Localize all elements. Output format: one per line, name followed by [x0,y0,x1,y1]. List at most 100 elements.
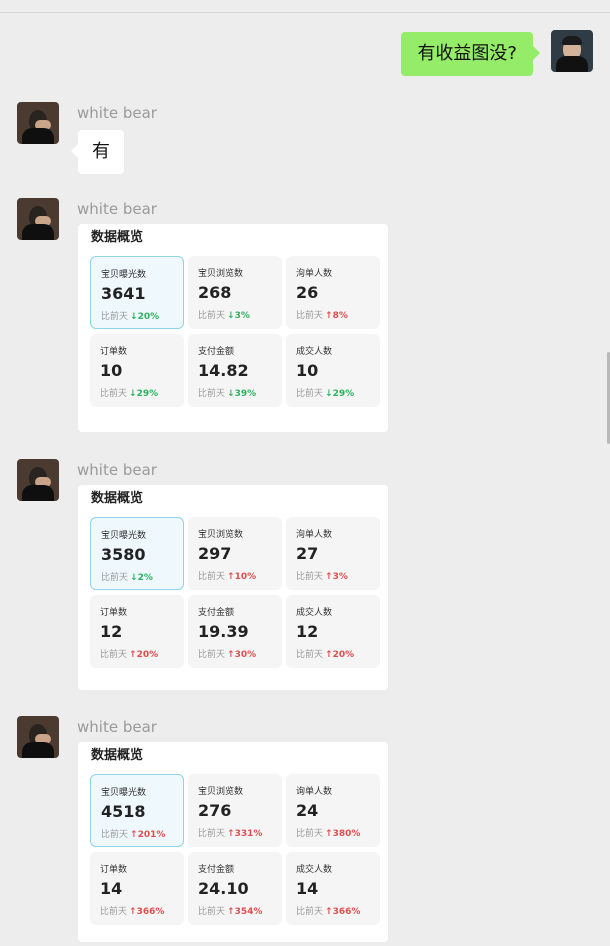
delta-value: 29% [136,389,159,399]
delta-value: 39% [234,389,257,399]
contact-avatar[interactable] [17,459,59,501]
delta-up: ↑201% [130,830,165,840]
delta-down: ↓2% [130,573,153,583]
metric-compare: 比前天 ↓3% [198,308,250,321]
self-message-bubble[interactable]: 有收益图没? [401,32,540,76]
delta-down: ↓39% [227,389,256,399]
metric-compare: 比前天 ↓39% [198,386,256,399]
metric-card: 成交人数 14 比前天 ↑366% [286,852,380,925]
compare-label: 比前天 [100,907,128,917]
compare-label: 比前天 [296,650,324,660]
delta-value: 3% [234,311,250,321]
metric-label: 成交人数 [296,865,333,875]
arrow-up-icon: ↑ [325,907,333,917]
image-message-card[interactable]: 数据概览 宝贝曝光数 3580 比前天 ↓2% 宝贝浏览数 297 比前天 ↑10% 洵单人数 2… [78,485,388,690]
metric-value: 14 [100,879,123,898]
delta-up: ↑8% [325,311,348,321]
text-message-bubble[interactable]: 有 [71,130,124,174]
contact-avatar[interactable] [17,198,59,240]
compare-label: 比前天 [100,389,128,399]
arrow-up-icon: ↑ [325,572,333,582]
message-row: white bear 数据概览 宝贝曝光数 4518 比前天 ↑201% 宝贝浏览数 27… [0,716,610,946]
metric-card: 洵单人数 26 比前天 ↑8% [286,256,380,329]
metric-value: 14.82 [198,361,249,380]
metric-compare: 比前天 ↑30% [198,647,256,660]
metric-label: 宝贝浏览数 [198,787,244,797]
delta-up: ↑354% [227,907,262,917]
delta-down: ↓3% [227,311,250,321]
arrow-up-icon: ↑ [227,829,235,839]
card-title: 数据概览 [91,230,144,245]
metric-card: 订单数 12 比前天 ↑20% [90,595,184,668]
delta-value: 380% [332,829,361,839]
sender-name: white bear [77,718,157,736]
metric-card: 洵单人数 27 比前天 ↑3% [286,517,380,590]
avatar-hair [562,36,582,45]
metric-value: 12 [296,622,319,641]
metric-value: 4518 [101,802,146,821]
compare-label: 比前天 [296,311,324,321]
metric-value: 24 [296,801,319,820]
compare-label: 比前天 [296,572,324,582]
delta-up: ↑20% [129,650,158,660]
metric-card: 成交人数 10 比前天 ↓29% [286,334,380,407]
metric-value: 268 [198,283,232,302]
delta-value: 366% [136,907,165,917]
arrow-down-icon: ↓ [227,389,235,399]
metric-card: 订单数 10 比前天 ↓29% [90,334,184,407]
compare-label: 比前天 [198,572,226,582]
delta-down: ↓29% [129,389,158,399]
delta-up: ↑366% [325,907,360,917]
metric-card: 宝贝浏览数 268 比前天 ↓3% [188,256,282,329]
arrow-up-icon: ↑ [227,650,235,660]
metric-compare: 比前天 ↑366% [296,904,360,917]
metric-label: 成交人数 [296,347,333,357]
delta-up: ↑380% [325,829,360,839]
delta-value: 3% [332,572,348,582]
metric-card: 宝贝曝光数 4518 比前天 ↑201% [90,774,184,847]
metric-label: 订单数 [100,608,128,618]
metric-value: 14 [296,879,319,898]
compare-label: 比前天 [198,389,226,399]
delta-up: ↑3% [325,572,348,582]
compare-label: 比前天 [198,311,226,321]
metric-value: 24.10 [198,879,249,898]
arrow-up-icon: ↑ [227,907,235,917]
delta-value: 2% [137,573,153,583]
delta-up: ↑30% [227,650,256,660]
metric-card: 支付金额 14.82 比前天 ↓39% [188,334,282,407]
delta-value: 20% [136,650,159,660]
compare-label: 比前天 [101,573,129,583]
image-message-card[interactable]: 数据概览 宝贝曝光数 3641 比前天 ↓20% 宝贝浏览数 268 比前天 ↓3% 洵单人数 2… [78,224,388,432]
metric-label: 宝贝浏览数 [198,269,244,279]
sender-name: white bear [77,104,157,122]
arrow-up-icon: ↑ [129,907,137,917]
arrow-down-icon: ↓ [130,312,138,322]
arrow-up-icon: ↑ [129,650,137,660]
metric-card: 支付金额 24.10 比前天 ↑354% [188,852,282,925]
delta-value: 331% [234,829,263,839]
metric-label: 宝贝曝光数 [101,531,147,541]
metric-compare: 比前天 ↓29% [296,386,354,399]
metric-label: 宝贝曝光数 [101,788,147,798]
avatar-body [22,742,54,758]
delta-down: ↓20% [130,312,159,322]
arrow-down-icon: ↓ [129,389,137,399]
delta-value: 366% [332,907,361,917]
delta-up: ↑20% [325,650,354,660]
arrow-down-icon: ↓ [227,311,235,321]
delta-down: ↓29% [325,389,354,399]
self-avatar[interactable] [551,30,593,72]
contact-avatar[interactable] [17,102,59,144]
metric-label: 宝贝浏览数 [198,530,244,540]
metric-value: 10 [100,361,123,380]
metric-compare: 比前天 ↑366% [100,904,164,917]
image-message-card[interactable]: 数据概览 宝贝曝光数 4518 比前天 ↑201% 宝贝浏览数 276 比前天 ↑331% 询单… [78,742,388,942]
metric-label: 宝贝曝光数 [101,270,147,280]
card-title: 数据概览 [91,748,144,763]
delta-value: 8% [332,311,348,321]
contact-avatar[interactable] [17,716,59,758]
metric-label: 支付金额 [198,347,235,357]
metric-card: 订单数 14 比前天 ↑366% [90,852,184,925]
delta-up: ↑366% [129,907,164,917]
